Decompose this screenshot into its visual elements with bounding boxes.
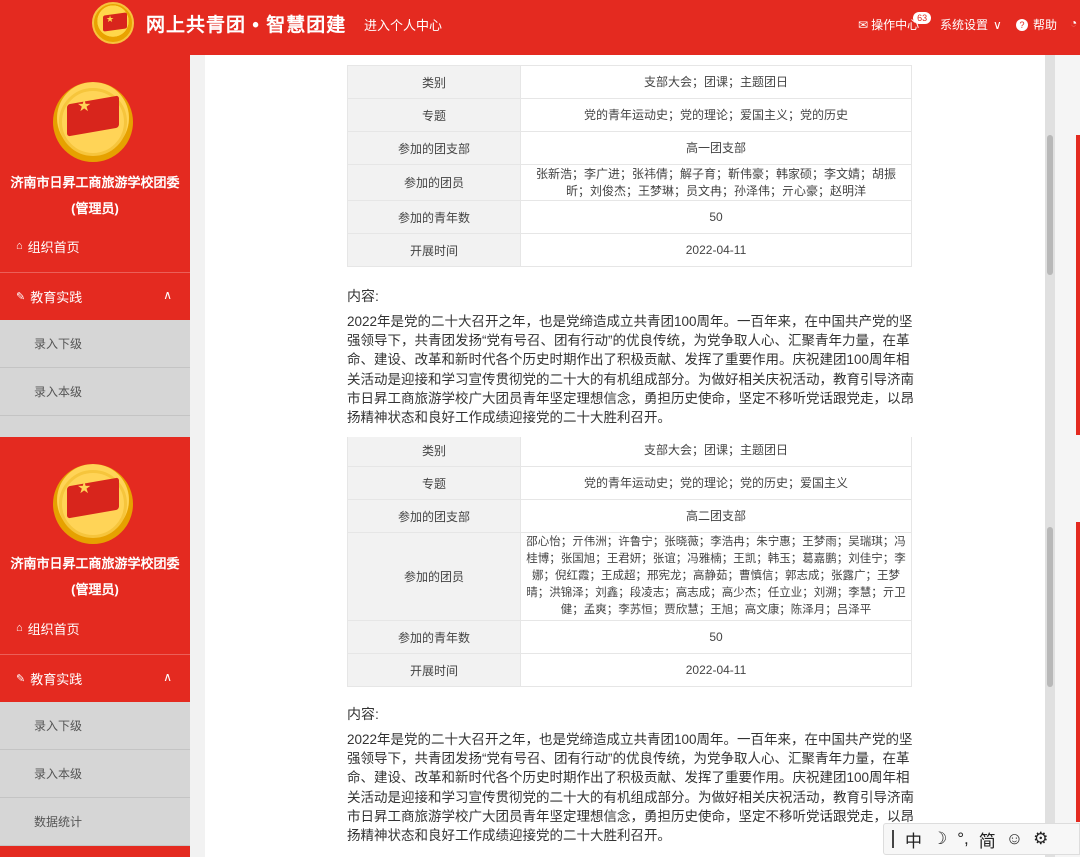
scrollbar-thumb[interactable] <box>1047 135 1053 275</box>
edit-icon: ✎ <box>16 673 26 685</box>
content-label: 内容: <box>347 288 379 304</box>
league-emblem-icon: ★ <box>53 464 133 544</box>
row-value: 高二团支部 <box>520 499 912 533</box>
personal-center-link[interactable]: 进入个人中心 <box>364 15 442 34</box>
gear-icon[interactable]: ⚙ <box>1033 829 1048 849</box>
nav-sub-entry-lower[interactable]: 录入下级 <box>0 702 190 750</box>
edit-icon: ✎ <box>16 291 26 303</box>
table-row: 参加的团员 邵心怡；亓伟洲；许鲁宁；张晓薇；李浩冉；朱宁惠；王梦雨；吴瑞琪；冯桂… <box>347 532 912 621</box>
row-value: 2022-04-11 <box>520 653 912 687</box>
content-text: 2022年是党的二十大召开之年，也是党缔造成立共青团100周年。一百年来，在中国… <box>347 732 914 844</box>
ime-language-toggle[interactable]: 中 <box>905 827 922 852</box>
row-key: 专题 <box>347 98 521 132</box>
ops-badge: 63 <box>913 11 932 24</box>
row-key: 参加的团员 <box>347 532 521 621</box>
row-key: 专题 <box>347 466 521 500</box>
nav-sub-entry-self[interactable]: 录入本级 <box>0 750 190 798</box>
table-row: 专题 党的青年运动史；党的理论；爱国主义；党的历史 <box>347 98 912 132</box>
side-accent-bar <box>1076 135 1080 435</box>
content-text: 2022年是党的二十大召开之年，也是党缔造成立共青团100周年。一百年来，在中国… <box>347 314 914 426</box>
record-table: 类别 支部大会；团课；主题团日 专题 党的青年运动史；党的理论；党的历史；爱国主… <box>347 437 912 687</box>
content-label: 内容: <box>347 706 379 722</box>
side-accent-bar <box>1076 522 1080 822</box>
table-row: 开展时间 2022-04-11 <box>347 233 912 267</box>
right-strip <box>1055 55 1080 437</box>
punctuation-icon[interactable]: °, <box>957 829 969 849</box>
table-row: 参加的团支部 高二团支部 <box>347 499 912 533</box>
nav-sub-statistics[interactable] <box>0 416 190 437</box>
row-value: 2022-04-11 <box>520 233 912 267</box>
row-key: 参加的团员 <box>347 164 521 201</box>
row-value: 邵心怡；亓伟洲；许鲁宁；张晓薇；李浩冉；朱宁惠；王梦雨；吴瑞琪；冯桂博；张国旭；… <box>520 532 912 621</box>
row-value: 高一团支部 <box>520 131 912 165</box>
row-key: 参加的青年数 <box>347 620 521 654</box>
table-row: 参加的青年数 50 <box>347 200 912 234</box>
nav-education-practice[interactable]: ✎ 教育实践 ∧ <box>0 654 190 702</box>
ops-center-link[interactable]: ✉ 操作中心 63 <box>858 11 932 33</box>
row-key: 类别 <box>347 65 521 99</box>
row-key: 类别 <box>347 437 521 467</box>
ime-divider <box>892 830 894 848</box>
nav-home[interactable]: ⌂ 组织首页 <box>0 604 190 652</box>
emoji-icon[interactable]: ☺ <box>1006 829 1023 849</box>
sidebar: ★ 济南市日昇工商旅游学校团委 (管理员) ⌂ 组织首页 ✎ 教育实践 ∧ 录入… <box>0 437 190 857</box>
table-row: 参加的青年数 50 <box>347 620 912 654</box>
ime-simplified-toggle[interactable]: 简 <box>979 827 996 852</box>
row-key: 参加的团支部 <box>347 499 521 533</box>
nav-home[interactable]: ⌂ 组织首页 <box>0 222 190 270</box>
org-name: 济南市日昇工商旅游学校团委 <box>10 175 180 190</box>
nav-sub-entry-lower[interactable]: 录入下级 <box>0 320 190 368</box>
mail-icon: ✉ <box>858 17 869 32</box>
record-table: 类别 支部大会；团课；主题团日 专题 党的青年运动史；党的理论；爱国主义；党的历… <box>347 65 912 267</box>
chevron-up-icon: ∧ <box>163 670 172 684</box>
table-row: 参加的团员 张新浩；李广进；张祎倩；解子育；靳伟豪；韩家硕；李文婧；胡振昕；刘俊… <box>347 164 912 201</box>
row-value: 50 <box>520 200 912 234</box>
row-value: 张新浩；李广进；张祎倩；解子育；靳伟豪；韩家硕；李文婧；胡振昕；刘俊杰；王梦琳；… <box>520 164 912 201</box>
table-row: 参加的团支部 高一团支部 <box>347 131 912 165</box>
row-key: 参加的青年数 <box>347 200 521 234</box>
scrollbar-thumb[interactable] <box>1047 527 1053 687</box>
sidebar: ★ 济南市日昇工商旅游学校团委 (管理员) ⌂ 组织首页 ✎ 教育实践 ∧ 录入… <box>0 55 190 437</box>
right-strip <box>1055 437 1080 857</box>
table-row: 开展时间 2022-04-11 <box>347 653 912 687</box>
moon-icon[interactable]: ☽ <box>932 829 947 849</box>
content-panel: 类别 支部大会；团课；主题团日 专题 党的青年运动史；党的理论；爱国主义；党的历… <box>205 55 1055 437</box>
settings-menu[interactable]: 系统设置 ∨ <box>940 16 1002 33</box>
home-icon: ⌂ <box>16 622 23 634</box>
row-key: 参加的团支部 <box>347 131 521 165</box>
nav-sub-entry-self[interactable]: 录入本级 <box>0 368 190 416</box>
more-icon[interactable]: ◔ <box>1070 16 1077 30</box>
help-link[interactable]: ? 帮助 <box>1016 16 1057 33</box>
row-value: 支部大会；团课；主题团日 <box>520 437 912 467</box>
nav-education-practice[interactable]: ✎ 教育实践 ∧ <box>0 272 190 320</box>
chevron-up-icon: ∧ <box>163 288 172 302</box>
row-value: 党的青年运动史；党的理论；爱国主义；党的历史 <box>520 98 912 132</box>
screenshot-bottom: ★ 济南市日昇工商旅游学校团委 (管理员) ⌂ 组织首页 ✎ 教育实践 ∧ 录入… <box>0 437 1080 857</box>
org-role: (管理员) <box>71 201 119 216</box>
screenshot-top: ★ 网上共青团 • 智慧团建 进入个人中心 ✉ 操作中心 63 系统设置 ∨ ?… <box>0 0 1080 437</box>
row-key: 开展时间 <box>347 233 521 267</box>
scrollbar[interactable] <box>1045 437 1055 857</box>
league-emblem-icon: ★ <box>53 82 133 162</box>
content-panel: 类别 支部大会；团课；主题团日 专题 党的青年运动史；党的理论；党的历史；爱国主… <box>205 437 1055 857</box>
row-value: 50 <box>520 620 912 654</box>
help-icon: ? <box>1016 18 1028 31</box>
org-role: (管理员) <box>71 582 119 597</box>
row-value: 支部大会；团课；主题团日 <box>520 65 912 99</box>
chevron-down-icon: ∨ <box>993 17 1002 32</box>
nav-sub-statistics[interactable]: 数据统计 <box>0 798 190 846</box>
league-logo-icon[interactable]: ★ <box>92 2 134 44</box>
ime-toolbar: 中 ☽ °, 简 ☺ ⚙ <box>883 823 1080 855</box>
home-icon: ⌂ <box>16 240 23 252</box>
scrollbar[interactable] <box>1045 55 1055 437</box>
org-name: 济南市日昇工商旅游学校团委 <box>10 556 180 571</box>
table-row: 类别 支部大会；团课；主题团日 <box>347 65 912 99</box>
row-value: 党的青年运动史；党的理论；党的历史；爱国主义 <box>520 466 912 500</box>
table-row: 专题 党的青年运动史；党的理论；党的历史；爱国主义 <box>347 466 912 500</box>
table-row: 类别 支部大会；团课；主题团日 <box>347 437 912 467</box>
top-header: ★ 网上共青团 • 智慧团建 进入个人中心 ✉ 操作中心 63 系统设置 ∨ ?… <box>0 0 1080 55</box>
site-title: 网上共青团 • 智慧团建 <box>146 15 347 36</box>
row-key: 开展时间 <box>347 653 521 687</box>
